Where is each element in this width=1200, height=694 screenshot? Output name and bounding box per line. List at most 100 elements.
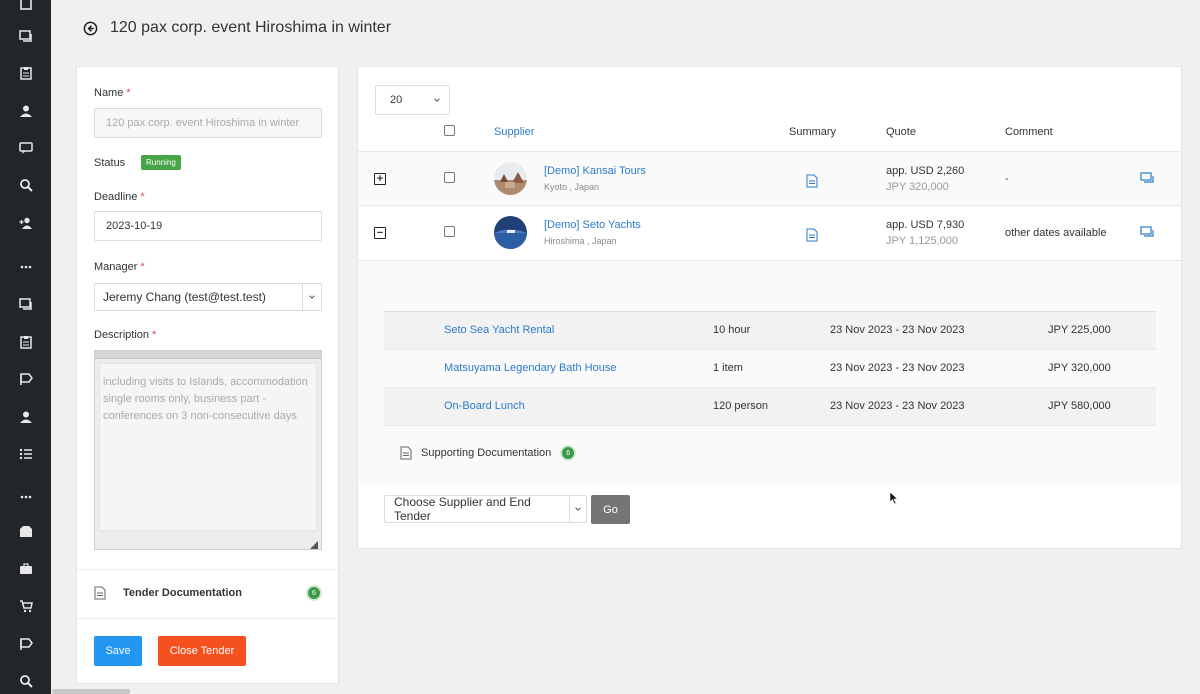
quote-sub: JPY 320,000	[886, 181, 949, 193]
back-arrow-icon[interactable]	[82, 20, 98, 36]
description-label: Description *	[94, 329, 157, 341]
page-header: 120 pax corp. event Hiroshima in winter	[82, 16, 391, 40]
flag-icon[interactable]	[18, 371, 34, 387]
service-link[interactable]: On-Board Lunch	[444, 400, 525, 412]
manager-value: Jeremy Chang (test@test.test)	[95, 284, 303, 310]
add-user-icon[interactable]	[18, 215, 34, 231]
end-tender-value: Choose Supplier and End Tender	[385, 495, 570, 523]
mouse-cursor-icon	[890, 492, 898, 504]
service-price: JPY 320,000	[1048, 362, 1111, 374]
resize-handle-icon[interactable]	[310, 541, 318, 549]
per-page-select[interactable]: 20	[375, 85, 450, 115]
chat-icon[interactable]	[1140, 226, 1154, 239]
divider	[77, 569, 338, 570]
comment: -	[1005, 173, 1009, 185]
description-textarea[interactable]: including visits to Islands, accommodati…	[99, 363, 317, 531]
flag-icon[interactable]	[18, 636, 34, 652]
supplier-avatar	[494, 162, 527, 195]
list-icon[interactable]	[18, 446, 34, 462]
user-icon[interactable]	[18, 103, 34, 119]
summary-document-icon[interactable]	[806, 174, 818, 188]
name-label: Name *	[94, 87, 131, 99]
tender-doc-label: Tender Documentation	[123, 587, 242, 599]
column-header-supplier[interactable]: Supplier	[494, 126, 534, 138]
supplier-avatar	[494, 216, 527, 249]
table-row: − [Demo] Seto Yachts Hiroshima , Japan a…	[358, 205, 1181, 259]
app-sidebar	[0, 0, 51, 694]
service-link[interactable]: Seto Sea Yacht Rental	[444, 324, 554, 336]
editor-statusbar	[95, 535, 321, 553]
select-all-checkbox[interactable]	[444, 125, 455, 136]
briefcase-icon[interactable]	[18, 561, 34, 577]
document-icon	[94, 586, 106, 600]
quote-sub: JPY 1,125,000	[886, 235, 958, 247]
more-icon[interactable]	[18, 489, 34, 505]
document-icon	[400, 446, 412, 460]
horizontal-scrollbar[interactable]	[52, 689, 130, 694]
save-button[interactable]: Save	[94, 636, 142, 666]
quote-main: app. USD 7,930	[886, 219, 965, 231]
service-qty: 1 item	[713, 362, 743, 374]
quote-main: app. USD 2,260	[886, 165, 965, 177]
chevron-down-icon	[434, 98, 440, 102]
divider	[77, 618, 338, 619]
go-button[interactable]: Go	[591, 495, 630, 524]
more-icon[interactable]	[18, 259, 34, 275]
expand-row-icon[interactable]: +	[374, 173, 386, 185]
service-dates: 23 Nov 2023 - 23 Nov 2023	[830, 400, 965, 412]
search-icon[interactable]	[18, 673, 34, 689]
close-tender-button[interactable]: Close Tender	[158, 636, 246, 666]
chevron-down-icon[interactable]	[303, 284, 321, 310]
service-dates: 23 Nov 2023 - 23 Nov 2023	[830, 362, 965, 374]
collapse-row-icon[interactable]: −	[374, 227, 386, 239]
name-field[interactable]: 120 pax corp. event Hiroshima in winter	[94, 108, 322, 138]
column-header-quote: Quote	[886, 126, 916, 138]
supplier-location: Hiroshima , Japan	[544, 236, 617, 246]
description-editor[interactable]: including visits to Islands, accommodati…	[94, 350, 322, 550]
clipboard-icon[interactable]	[18, 65, 34, 81]
supplier-link[interactable]: [Demo] Kansai Tours	[544, 165, 646, 177]
service-qty: 10 hour	[713, 324, 751, 336]
tender-doc-count-badge: 6	[306, 585, 322, 601]
doc-icon[interactable]	[18, 0, 34, 11]
chat-icon[interactable]	[18, 28, 34, 44]
deadline-field[interactable]: 2023-10-19	[94, 211, 322, 241]
chevron-down-icon[interactable]	[570, 496, 586, 522]
clipboard-icon[interactable]	[18, 334, 34, 350]
manager-select[interactable]: Jeremy Chang (test@test.test)	[94, 283, 322, 311]
service-dates: 23 Nov 2023 - 23 Nov 2023	[830, 324, 965, 336]
row-checkbox[interactable]	[444, 226, 455, 237]
status-badge: Running	[141, 155, 181, 170]
chat-icon[interactable]	[18, 296, 34, 312]
deadline-label: Deadline *	[94, 191, 145, 203]
editor-toolbar	[95, 351, 321, 359]
per-page-value: 20	[390, 94, 403, 106]
list-item: On-Board Lunch 120 person 23 Nov 2023 - …	[384, 388, 1156, 426]
box-icon[interactable]	[18, 524, 34, 540]
end-tender-select[interactable]: Choose Supplier and End Tender	[384, 495, 587, 523]
summary-document-icon[interactable]	[806, 228, 818, 242]
list-item: Matsuyama Legendary Bath House 1 item 23…	[384, 350, 1156, 388]
user-icon[interactable]	[18, 409, 34, 425]
row-checkbox[interactable]	[444, 172, 455, 183]
supplier-link[interactable]: [Demo] Seto Yachts	[544, 219, 641, 231]
service-link[interactable]: Matsuyama Legendary Bath House	[444, 362, 616, 374]
page-title: 120 pax corp. event Hiroshima in winter	[110, 19, 392, 36]
tender-documentation[interactable]: Tender Documentation 6	[94, 584, 322, 602]
service-price: JPY 580,000	[1048, 400, 1111, 412]
list-item: Seto Sea Yacht Rental 10 hour 23 Nov 202…	[384, 312, 1156, 350]
chat-icon[interactable]	[18, 140, 34, 156]
search-icon[interactable]	[18, 177, 34, 193]
row-details-panel: Seto Sea Yacht Rental 10 hour 23 Nov 202…	[358, 260, 1181, 485]
cart-icon[interactable]	[18, 598, 34, 614]
supporting-documentation[interactable]: Supporting Documentation 6	[400, 445, 577, 461]
supporting-doc-count-badge: 6	[560, 445, 577, 461]
table-row: + [Demo] Kansai Tours Kyoto , Japan app.…	[358, 151, 1181, 205]
tender-form-card: Name * 120 pax corp. event Hiroshima in w…	[76, 66, 339, 684]
chat-icon[interactable]	[1140, 172, 1154, 185]
supplier-location: Kyoto , Japan	[544, 182, 600, 192]
supporting-doc-label: Supporting Documentation	[421, 447, 552, 459]
status-label: Status	[94, 157, 126, 169]
manager-label: Manager *	[94, 261, 145, 273]
offer-items-table: Seto Sea Yacht Rental 10 hour 23 Nov 202…	[384, 311, 1156, 426]
